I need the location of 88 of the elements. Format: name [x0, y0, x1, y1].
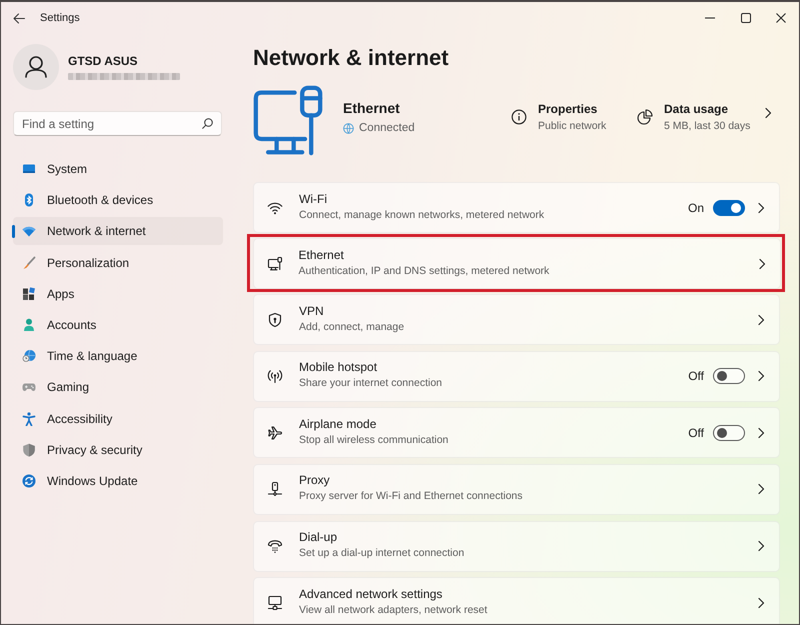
- setting-title: Dial-up: [299, 530, 338, 544]
- sidebar-item[interactable]: Gaming: [13, 373, 223, 402]
- connection-name: Ethernet: [343, 100, 401, 116]
- chevron-right-icon: [757, 370, 765, 382]
- setting-title: Wi-Fi: [299, 192, 328, 206]
- chevron-right-icon: [757, 540, 765, 552]
- networked-monitor-icon: [267, 594, 283, 611]
- broadcast-signal-icon: [267, 368, 283, 384]
- info-icon: [511, 109, 527, 125]
- chevron-right-icon: [757, 314, 765, 326]
- setting-card[interactable]: Airplane mode Stop all wireless communication Off: [253, 407, 780, 458]
- setting-title: Mobile hotspot: [299, 360, 378, 374]
- toggle-switch[interactable]: [713, 424, 745, 441]
- search-icon: [202, 118, 213, 129]
- window-title: Settings: [40, 12, 80, 24]
- monitor-plug-icon: [266, 256, 282, 272]
- chevron-right-icon: [764, 107, 772, 119]
- setting-title: VPN: [299, 304, 325, 318]
- sidebar-item[interactable]: System: [13, 155, 223, 183]
- toggle-state-label: Off: [688, 426, 704, 440]
- setting-card[interactable]: Ethernet Authentication, IP and DNS settings, metered network: [252, 238, 780, 290]
- chevron-right-icon: [757, 202, 765, 214]
- sync-arrows-icon: [22, 474, 36, 488]
- sidebar-item[interactable]: Privacy & security: [13, 436, 223, 464]
- search-field[interactable]: Find a setting: [13, 111, 222, 136]
- phone-keypad-icon: [267, 538, 283, 554]
- setting-card[interactable]: Advanced network settings View all network adapters, network reset: [253, 577, 780, 624]
- chevron-right-icon: [757, 483, 765, 496]
- chevron-right-icon: [757, 426, 765, 439]
- setting-description: Share your internet connection: [299, 377, 442, 390]
- airplane-icon: [267, 424, 283, 441]
- profile-name: GTSD ASUS: [68, 54, 139, 68]
- shield-icon: [22, 442, 36, 457]
- monitor-icon: [22, 162, 36, 176]
- sidebar-item[interactable]: Network & internet: [13, 217, 223, 246]
- setting-title: Advanced network settings: [299, 586, 444, 601]
- setting-card[interactable]: VPN Add, connect, manage: [253, 294, 780, 346]
- globe-clock-icon: [22, 349, 36, 364]
- page-title: Network & internet: [253, 44, 450, 72]
- setting-description: Proxy server for Wi-Fi and Ethernet connections: [299, 490, 523, 502]
- setting-card[interactable]: Proxy Proxy server for Wi-Fi and Ethernet connections: [253, 464, 780, 515]
- detail-value: Public network: [538, 120, 606, 132]
- shield-keyhole-icon: [267, 312, 283, 328]
- sidebar-item[interactable]: Time & language: [13, 342, 223, 370]
- setting-description: Authentication, IP and DNS settings, metered network: [298, 264, 550, 277]
- sidebar-item[interactable]: Accounts: [13, 310, 223, 339]
- toggle-state-label: On: [688, 200, 704, 214]
- globe-icon: [343, 122, 354, 134]
- user-avatar-icon: [13, 44, 59, 90]
- maximize-icon: [740, 13, 751, 23]
- connection-status: Connected: [359, 122, 415, 134]
- sidebar-item[interactable]: Accessibility: [13, 404, 223, 432]
- setting-description: Connect, manage known networks, metered network: [299, 208, 544, 220]
- setting-title: Proxy: [299, 473, 331, 488]
- close-icon: [776, 13, 786, 23]
- wifi-icon: [22, 224, 36, 238]
- sidebar-item[interactable]: Apps: [13, 280, 223, 308]
- chevron-right-icon: [758, 258, 766, 270]
- apps-grid-icon: [22, 286, 36, 301]
- setting-card[interactable]: Wi-Fi Connect, manage known networks, metered network On: [253, 182, 780, 233]
- sidebar-item[interactable]: Personalization: [13, 248, 223, 277]
- paintbrush-icon: [22, 256, 36, 270]
- sidebar-item[interactable]: Bluetooth & devices: [13, 186, 223, 214]
- chevron-right-icon: [757, 596, 765, 609]
- toggle-switch[interactable]: [713, 368, 745, 384]
- setting-description: Stop all wireless communication: [299, 434, 448, 446]
- person-icon: [22, 318, 36, 332]
- setting-card[interactable]: Mobile hotspot Share your internet connection Off: [253, 350, 780, 402]
- sidebar-item[interactable]: Windows Update: [13, 466, 223, 495]
- device-on-stand-icon: [267, 481, 283, 498]
- selection-indicator: [12, 225, 15, 238]
- back-arrow-icon: [13, 12, 25, 24]
- monitor-with-cable-icon: [253, 85, 323, 157]
- accessibility-figure-icon: [22, 412, 36, 426]
- detail-label[interactable]: Properties: [538, 102, 606, 116]
- setting-title: Ethernet: [298, 248, 345, 262]
- setting-description: Add, connect, manage: [299, 320, 404, 333]
- setting-card[interactable]: Dial-up Set up a dial-up internet connection: [253, 520, 780, 572]
- setting-title: Airplane mode: [299, 416, 378, 431]
- toggle-switch[interactable]: [713, 200, 745, 216]
- toggle-state-label: Off: [688, 369, 704, 384]
- setting-description: View all network adapters, network reset: [299, 604, 488, 616]
- pie-chart-icon: [637, 109, 653, 125]
- detail-value: 5 MB, last 30 days: [664, 120, 750, 132]
- bluetooth-icon: [22, 193, 36, 208]
- minimize-icon: [705, 17, 716, 19]
- detail-label[interactable]: Data usage: [664, 102, 750, 116]
- setting-description: Set up a dial-up internet connection: [299, 547, 464, 560]
